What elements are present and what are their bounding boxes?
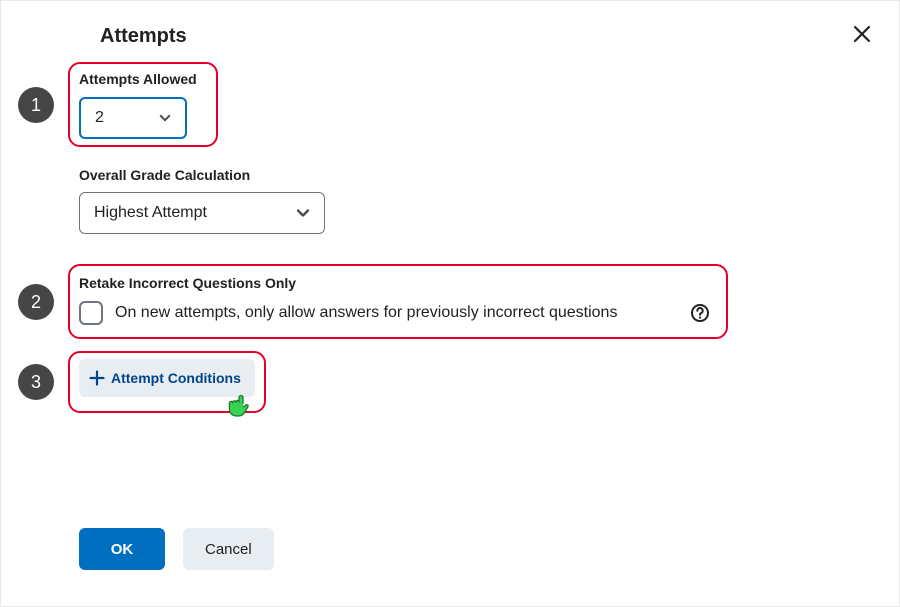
dialog-title: Attempts xyxy=(100,25,187,48)
annotation-badge-3: 3 xyxy=(18,364,54,400)
help-icon xyxy=(691,304,709,322)
help-button[interactable] xyxy=(691,304,709,322)
grade-calc-label: Overall Grade Calculation xyxy=(79,167,250,183)
attempts-dialog: Attempts 1 2 3 Attempts Allowed 2 Overal… xyxy=(1,1,899,606)
ok-button[interactable]: OK xyxy=(79,528,165,570)
annotation-badge-1: 1 xyxy=(18,87,54,123)
attempt-conditions-label: Attempt Conditions xyxy=(111,370,241,386)
attempts-allowed-label: Attempts Allowed xyxy=(79,71,197,87)
chevron-down-icon xyxy=(296,206,310,220)
close-button[interactable] xyxy=(853,25,871,43)
plus-icon xyxy=(89,370,105,386)
attempts-allowed-value: 2 xyxy=(95,109,104,127)
attempts-allowed-select[interactable]: 2 xyxy=(79,97,187,139)
chevron-down-icon xyxy=(159,112,171,124)
cancel-button[interactable]: Cancel xyxy=(183,528,274,570)
annotation-badge-2: 2 xyxy=(18,284,54,320)
grade-calc-select[interactable]: Highest Attempt xyxy=(79,192,325,234)
dialog-footer-actions: OK Cancel xyxy=(79,528,274,570)
retake-section-label: Retake Incorrect Questions Only xyxy=(79,275,296,291)
retake-checkbox-label: On new attempts, only allow answers for … xyxy=(115,304,617,322)
retake-checkbox-row: On new attempts, only allow answers for … xyxy=(79,301,617,325)
attempt-conditions-button[interactable]: Attempt Conditions xyxy=(79,359,255,397)
close-icon xyxy=(853,25,871,43)
grade-calc-value: Highest Attempt xyxy=(94,204,207,222)
retake-checkbox[interactable] xyxy=(79,301,103,325)
